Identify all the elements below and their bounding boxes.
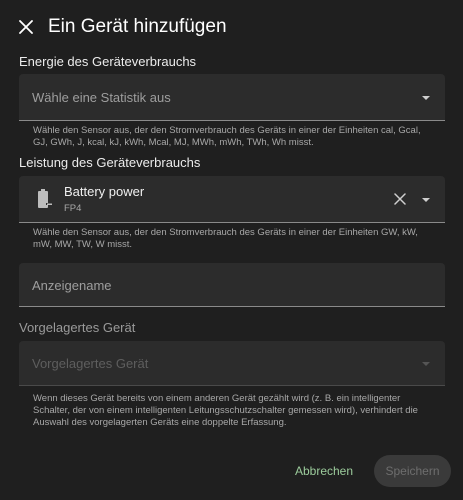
energy-select-placeholder: Wähle eine Statistik aus <box>32 90 171 105</box>
battery-icon <box>36 189 52 211</box>
power-sensor-select[interactable]: Battery power FP4 <box>19 176 445 223</box>
dialog-header: Ein Gerät hinzufügen <box>0 0 463 52</box>
save-button[interactable]: Speichern <box>374 455 451 487</box>
chevron-down-icon[interactable] <box>421 359 431 369</box>
energy-statistic-select[interactable]: Wähle eine Statistik aus <box>19 74 445 121</box>
selected-entity-name: Battery power <box>64 184 145 199</box>
power-helper-text: Wähle den Sensor aus, der den Stromverbr… <box>33 227 418 250</box>
power-label: Leistung des Geräteverbrauchs <box>19 155 201 170</box>
cancel-button[interactable]: Abbrechen <box>290 457 358 485</box>
selected-entity-device: FP4 <box>64 203 82 214</box>
energy-label: Energie des Geräteverbrauchs <box>19 54 197 69</box>
add-device-dialog: Ein Gerät hinzufügen Energie des Gerätev… <box>0 0 463 500</box>
display-name-placeholder: Anzeigename <box>32 278 112 293</box>
dialog-title: Ein Gerät hinzufügen <box>48 16 227 37</box>
close-icon[interactable] <box>16 17 36 37</box>
upstream-label: Vorgelagertes Gerät <box>19 320 136 335</box>
clear-icon[interactable] <box>393 192 407 206</box>
chevron-down-icon[interactable] <box>421 195 431 205</box>
upstream-device-select[interactable]: Vorgelagertes Gerät <box>19 341 445 386</box>
display-name-input[interactable]: Anzeigename <box>19 263 445 307</box>
chevron-down-icon[interactable] <box>421 93 431 103</box>
energy-helper-text: Wähle den Sensor aus, der den Stromverbr… <box>33 125 421 148</box>
upstream-helper-text: Wenn dieses Gerät bereits von einem ande… <box>33 393 418 428</box>
upstream-select-placeholder: Vorgelagertes Gerät <box>32 356 149 371</box>
